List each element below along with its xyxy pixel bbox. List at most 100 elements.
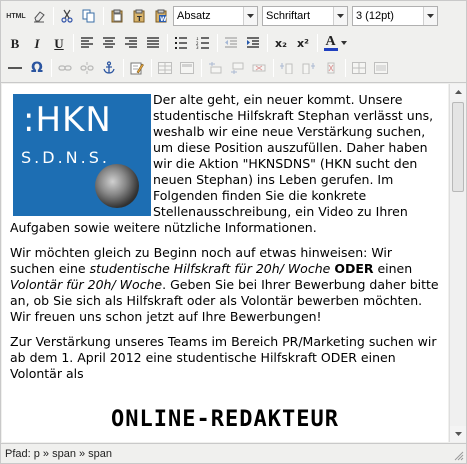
col-insert-after-icon (302, 63, 315, 74)
toolbar-separator (151, 59, 152, 77)
toolbar-separator (103, 7, 104, 25)
paste-word-icon: W (155, 9, 167, 23)
logo-subtitle: S.D.N.S. (21, 148, 110, 167)
delete-col-icon (327, 62, 335, 74)
toolbar-row-1: HTML T W Absatz Schriftart 3 (12pt) (5, 5, 442, 27)
delete-row-icon (252, 64, 266, 72)
align-left-icon (81, 37, 93, 48)
scrollbar-thumb[interactable] (452, 102, 464, 192)
paste-text-button[interactable]: T (129, 6, 149, 26)
bullet-list-button[interactable] (171, 33, 191, 53)
toolbar-separator (267, 34, 268, 52)
chevron-down-icon (333, 7, 347, 25)
paragraph-notice: Wir möchten gleich zu Beginn noch auf et… (10, 245, 440, 325)
copy-icon (82, 9, 95, 23)
font-family-select[interactable]: Schriftart (262, 6, 348, 26)
clipboard-icon (111, 9, 123, 23)
insert-link-button[interactable] (55, 58, 75, 78)
align-center-button[interactable] (99, 33, 119, 53)
toolbar-separator (53, 7, 54, 25)
row-insert-before-button[interactable] (205, 58, 225, 78)
scroll-up-button[interactable] (450, 84, 466, 100)
chevron-down-icon (423, 7, 437, 25)
arrow-up-icon (454, 90, 462, 94)
font-color-button[interactable]: A (321, 33, 349, 53)
split-cells-icon (352, 62, 366, 74)
insert-table-button[interactable] (155, 58, 175, 78)
special-char-button[interactable]: Ω (27, 58, 47, 78)
numbered-list-button[interactable]: 123 (193, 33, 213, 53)
table-properties-icon (180, 62, 194, 74)
anchor-button[interactable] (99, 58, 119, 78)
toolbar-separator (317, 34, 318, 52)
table-icon (158, 62, 172, 74)
col-insert-after-button[interactable] (299, 58, 319, 78)
font-color-icon: A (323, 34, 338, 51)
toolbar-separator (273, 59, 274, 77)
row-insert-after-button[interactable] (227, 58, 247, 78)
toolbar-separator (51, 59, 52, 77)
font-size-select-value: 3 (12pt) (356, 10, 394, 22)
editor-content[interactable]: :HKN S.D.N.S. Der alte geht, ein neuer k… (2, 84, 448, 442)
copy-button[interactable] (79, 6, 99, 26)
split-cells-button[interactable] (349, 58, 369, 78)
align-right-button[interactable] (121, 33, 141, 53)
paste-text-icon: T (133, 9, 145, 23)
paste-button[interactable] (107, 6, 127, 26)
delete-row-button[interactable] (249, 58, 269, 78)
scissors-icon (61, 9, 73, 23)
col-insert-before-button[interactable] (277, 58, 297, 78)
format-select[interactable]: Absatz (173, 6, 258, 26)
outdent-button[interactable] (221, 33, 241, 53)
toolbar-separator (167, 34, 168, 52)
horizontal-rule-button[interactable] (5, 58, 25, 78)
cut-button[interactable] (57, 6, 77, 26)
chevron-down-icon (340, 41, 347, 45)
table-properties-button[interactable] (177, 58, 197, 78)
merge-cells-icon (374, 62, 388, 74)
html-source-button[interactable]: HTML (5, 6, 27, 26)
anchor-icon (103, 61, 115, 74)
align-justify-button[interactable] (143, 33, 163, 53)
pencil-page-icon (130, 62, 144, 75)
merge-cells-button[interactable] (371, 58, 391, 78)
element-path: Pfad: p » span » span (5, 447, 113, 460)
toolbar-separator (73, 34, 74, 52)
numbered-list-icon: 123 (196, 37, 209, 49)
html-source-label: HTML (6, 12, 26, 20)
paste-word-button[interactable]: W (151, 6, 171, 26)
font-color-letter: A (325, 34, 336, 49)
resize-grip-icon[interactable] (454, 451, 464, 461)
row-insert-after-icon (231, 62, 244, 74)
paragraph-notice-text-3: einen (373, 261, 413, 276)
eraser-button[interactable] (29, 6, 49, 26)
toolbar-separator (345, 59, 346, 77)
scroll-down-button[interactable] (450, 426, 466, 442)
unlink-button[interactable] (77, 58, 97, 78)
italic-button[interactable]: I (27, 33, 47, 53)
logo-photo (95, 164, 139, 208)
paragraph-notice-italic-1: studentische Hilfskraft für 20h/ Woche (89, 261, 331, 276)
paragraph-notice-bold: ODER (334, 261, 374, 276)
rich-text-editor: HTML T W Absatz Schriftart 3 (12pt) B I … (0, 0, 467, 464)
edit-source-button[interactable] (127, 58, 147, 78)
underline-button[interactable]: U (49, 33, 69, 53)
editor-statusbar: Pfad: p » span » span (1, 443, 466, 463)
horizontal-rule-icon (8, 67, 22, 69)
align-left-button[interactable] (77, 33, 97, 53)
superscript-button[interactable]: x² (293, 33, 313, 53)
toolbar-separator (217, 34, 218, 52)
hkn-logo-image: :HKN S.D.N.S. (13, 94, 151, 216)
subscript-button[interactable]: x₂ (271, 33, 291, 53)
chain-link-icon (58, 65, 72, 71)
vertical-scrollbar[interactable] (449, 84, 466, 442)
toolbar-row-2: B I U 123 x₂ x² A (5, 32, 351, 54)
font-size-select[interactable]: 3 (12pt) (352, 6, 438, 26)
delete-col-button[interactable] (321, 58, 341, 78)
align-right-icon (125, 37, 137, 48)
bold-button[interactable]: B (5, 33, 25, 53)
font-color-swatch (323, 48, 338, 51)
svg-text:T: T (137, 15, 142, 23)
svg-text:3: 3 (196, 45, 199, 49)
indent-button[interactable] (243, 33, 263, 53)
